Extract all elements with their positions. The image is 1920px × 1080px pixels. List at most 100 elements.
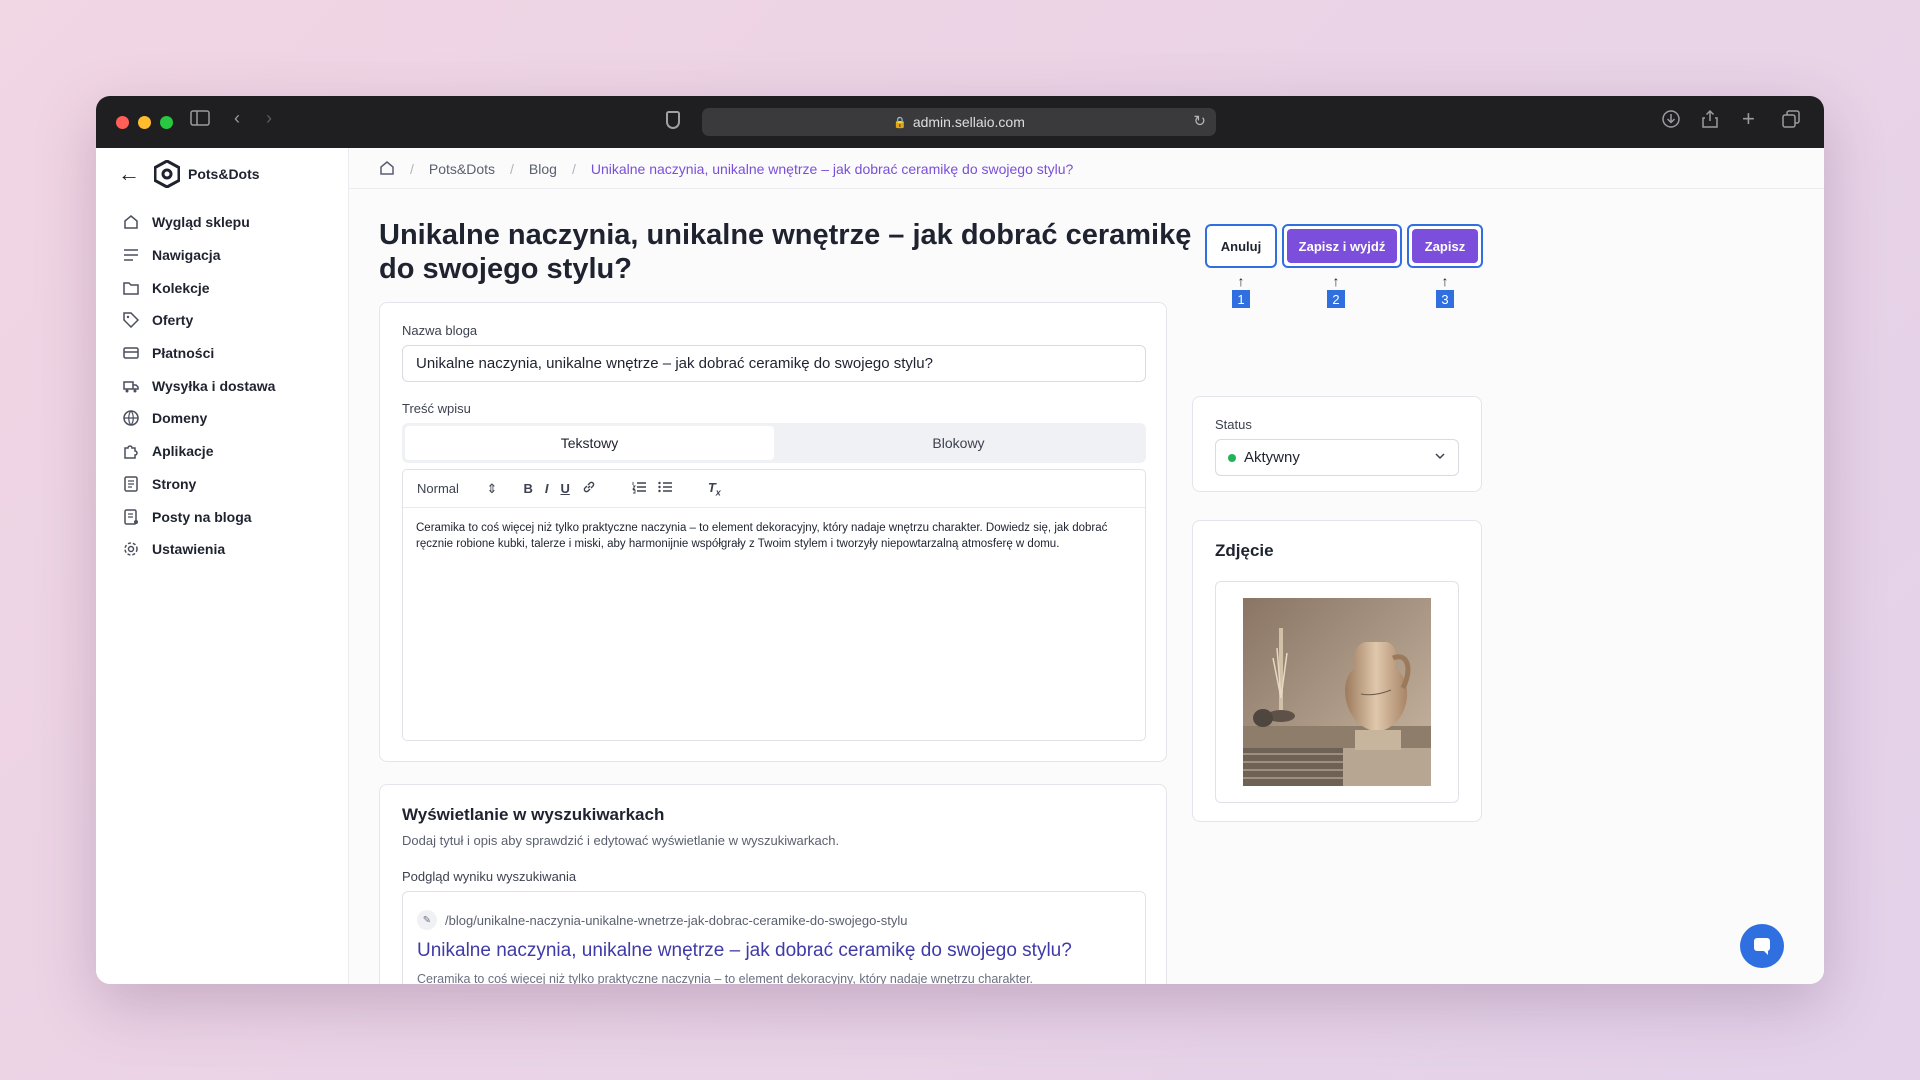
ordered-list-icon[interactable] [632, 480, 646, 497]
clear-format-icon[interactable]: Tx [708, 480, 721, 498]
site-favicon-icon: ✎ [417, 910, 437, 930]
post-icon [122, 508, 140, 526]
minimize-window-button[interactable] [138, 115, 151, 129]
status-value: Aktywny [1244, 449, 1300, 466]
sidebar-item-label: Oferty [152, 312, 194, 329]
tabs-overview-icon[interactable] [1782, 110, 1800, 133]
sidebar: ← Pots&Dots Wygląd sklepu Nawigacja Kole… [96, 148, 349, 984]
content-card: Nazwa bloga Unikalne naczynia, unikalne … [379, 302, 1167, 762]
sidebar-item-oferty[interactable]: Oferty [122, 304, 342, 337]
menu-lines-icon [122, 246, 140, 264]
chevron-down-icon [1434, 450, 1446, 465]
save-label: Zapisz [1412, 229, 1478, 263]
italic-icon[interactable]: I [545, 481, 549, 496]
gear-icon [122, 540, 140, 558]
reload-icon[interactable]: ↻ [1193, 112, 1206, 130]
forward-icon[interactable]: › [266, 108, 272, 129]
brand: ← Pots&Dots [118, 160, 260, 188]
updown-icon: ⇕ [486, 480, 498, 496]
sidebar-nav: Wygląd sklepu Nawigacja Kolekcje Oferty … [122, 206, 342, 566]
page-icon [122, 475, 140, 493]
breadcrumb-divider [349, 188, 1824, 189]
shield-icon[interactable] [666, 111, 680, 129]
save-and-exit-button[interactable]: Zapisz i wyjdź [1282, 224, 1402, 268]
up-arrow-icon: ↑ [1332, 273, 1340, 289]
chat-button[interactable] [1740, 924, 1784, 968]
rich-text-editor[interactable]: Normal ⇕ B I U Tx Ceramika to coś więcej… [402, 469, 1146, 741]
sidebar-item-label: Płatności [152, 345, 215, 362]
editor-content[interactable]: Ceramika to coś więcej niż tylko praktyc… [403, 508, 1145, 564]
close-window-button[interactable] [116, 115, 129, 129]
sidebar-item-wysylka[interactable]: Wysyłka i dostawa [122, 369, 342, 402]
puzzle-icon [122, 442, 140, 460]
format-select[interactable]: Normal ⇕ [417, 481, 497, 497]
sidebar-item-label: Kolekcje [152, 279, 210, 296]
bullet-list-icon[interactable] [658, 480, 672, 497]
truck-icon [122, 377, 140, 395]
cancel-button[interactable]: Anuluj [1205, 224, 1277, 268]
browser-window: ‹ › 🔒 admin.sellaio.com ↻ + ← Pots&Dots [96, 96, 1824, 984]
link-icon[interactable] [582, 480, 596, 497]
blog-name-input[interactable]: Unikalne naczynia, unikalne wnętrze – ja… [402, 345, 1146, 382]
save-button[interactable]: Zapisz [1407, 224, 1483, 268]
sidebar-item-nawigacja[interactable]: Nawigacja [122, 239, 342, 272]
up-arrow-icon: ↑ [1441, 273, 1449, 289]
main-content: / Pots&Dots / Blog / Unikalne naczynia, … [349, 148, 1824, 984]
sidebar-item-label: Aplikacje [152, 443, 214, 460]
blog-name-label: Nazwa bloga [402, 323, 478, 338]
sidebar-item-ustawienia[interactable]: Ustawienia [122, 533, 342, 566]
browser-titlebar: ‹ › 🔒 admin.sellaio.com ↻ + [96, 96, 1824, 148]
underline-icon[interactable]: U [560, 481, 569, 496]
seo-snippet: Ceramika to coś więcej niż tylko praktyc… [417, 972, 1034, 984]
breadcrumb: / Pots&Dots / Blog / Unikalne naczynia, … [379, 158, 1073, 180]
home-icon[interactable] [379, 160, 395, 179]
annotation-2: ↑ 2 [1327, 274, 1345, 308]
annotation-number: 2 [1327, 290, 1345, 308]
zoom-window-button[interactable] [160, 115, 173, 129]
photo-frame[interactable] [1215, 581, 1459, 803]
search-preview: ✎ /blog/unikalne-naczynia-unikalne-wnetr… [402, 891, 1146, 984]
status-card: Status Aktywny [1192, 396, 1482, 492]
share-icon[interactable] [1702, 109, 1718, 133]
sidebar-item-platnosci[interactable]: Płatności [122, 337, 342, 370]
photo-jug-image [1243, 598, 1431, 786]
back-icon[interactable]: ‹ [234, 108, 240, 129]
sidebar-item-domeny[interactable]: Domeny [122, 402, 342, 435]
seo-card: Wyświetlanie w wyszukiwarkach Dodaj tytu… [379, 784, 1167, 984]
bold-icon[interactable]: B [523, 481, 532, 496]
globe-icon [122, 409, 140, 427]
sidebar-item-label: Posty na bloga [152, 508, 252, 525]
sidebar-toggle-icon[interactable] [190, 110, 210, 131]
seo-title: Wyświetlanie w wyszukiwarkach [402, 805, 665, 824]
tab-text[interactable]: Tekstowy [405, 426, 774, 460]
breadcrumb-separator: / [410, 161, 414, 177]
chat-bubble-icon [1754, 938, 1770, 955]
address-bar[interactable]: 🔒 admin.sellaio.com ↻ [702, 108, 1216, 136]
status-select[interactable]: Aktywny [1215, 439, 1459, 476]
new-tab-icon[interactable]: + [1742, 106, 1755, 132]
sidebar-item-label: Domeny [152, 410, 208, 427]
annotation-number: 1 [1232, 290, 1250, 308]
seo-url-row: ✎ /blog/unikalne-naczynia-unikalne-wnetr… [417, 910, 907, 930]
annotation-3: ↑ 3 [1436, 274, 1454, 308]
breadcrumb-store[interactable]: Pots&Dots [429, 161, 495, 177]
photo-title: Zdjęcie [1215, 541, 1274, 560]
brand-logo-icon [154, 160, 180, 188]
seo-link-title[interactable]: Unikalne naczynia, unikalne wnętrze – ja… [417, 940, 1072, 962]
tab-block[interactable]: Blokowy [774, 426, 1143, 460]
download-icon[interactable] [1662, 110, 1680, 133]
sidebar-item-kolekcje[interactable]: Kolekcje [122, 271, 342, 304]
folder-icon [122, 279, 140, 297]
sidebar-item-posty[interactable]: Posty na bloga [122, 500, 342, 533]
sidebar-item-label: Strony [152, 475, 197, 492]
sidebar-item-label: Ustawienia [152, 541, 226, 558]
breadcrumb-separator: / [571, 161, 576, 177]
sidebar-item-wyglad-sklepu[interactable]: Wygląd sklepu [122, 206, 342, 239]
back-arrow-icon[interactable]: ← [118, 161, 140, 187]
sidebar-item-aplikacje[interactable]: Aplikacje [122, 435, 342, 468]
address-text: admin.sellaio.com [912, 114, 1025, 130]
sidebar-item-strony[interactable]: Strony [122, 468, 342, 501]
status-label: Status [1215, 417, 1252, 432]
content-label: Treść wpisu [402, 401, 471, 416]
breadcrumb-blog[interactable]: Blog [529, 161, 557, 177]
